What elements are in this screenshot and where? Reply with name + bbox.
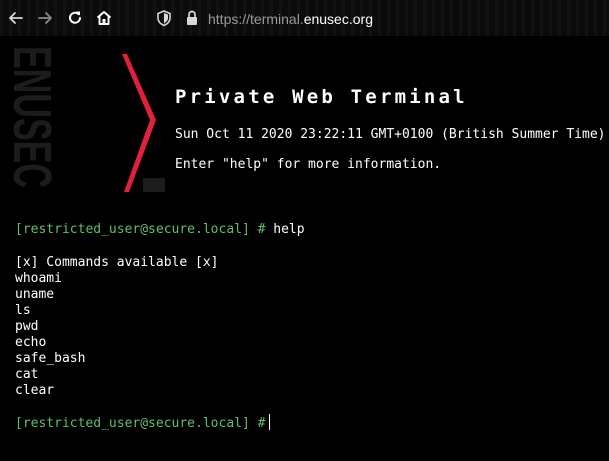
url-bar[interactable]: https://terminal.enusec.org [208,9,373,29]
terminal-prompt: [restricted_user@secure.local] # [15,222,266,237]
forward-arrow-icon[interactable] [35,8,55,28]
terminal-output: [x] Commands available [x] whoami uname … [15,255,219,399]
command-item: uname [15,287,55,302]
browser-toolbar: https://terminal.enusec.org [0,0,609,36]
terminal-command: help [273,222,305,237]
back-arrow-icon[interactable] [6,8,26,28]
enusec-logo: ENUSEC [2,46,172,206]
command-item: whoami [15,271,62,286]
url-suffix: .org [348,11,373,27]
logo-underscore [143,178,165,192]
command-item: echo [15,335,47,350]
command-item: cat [15,367,39,382]
text-cursor[interactable] [269,414,271,430]
reload-icon[interactable] [65,8,85,28]
terminal-prompt: [restricted_user@secure.local] # [15,416,266,431]
help-hint: Enter "help" for more information. [175,157,442,172]
home-icon[interactable] [94,8,114,28]
url-host: enusec [303,11,349,27]
url-prefix: https://terminal. [208,11,304,27]
logo-chevron [122,54,156,192]
session-date: Sun Oct 11 2020 23:22:11 GMT+0100 (Briti… [175,127,606,142]
lock-icon[interactable] [182,8,202,28]
terminal-line-1: [restricted_user@secure.local] # help [15,222,305,238]
command-item: pwd [15,319,39,334]
command-item: clear [15,383,55,398]
shield-icon[interactable] [154,8,174,28]
terminal-input-line[interactable]: [restricted_user@secure.local] # [15,414,271,432]
output-header: [x] Commands available [x] [15,255,219,270]
page-title: Private Web Terminal [175,86,468,108]
logo-text: ENUSEC [12,46,62,188]
command-item: ls [15,303,31,318]
command-item: safe_bash [15,351,86,366]
